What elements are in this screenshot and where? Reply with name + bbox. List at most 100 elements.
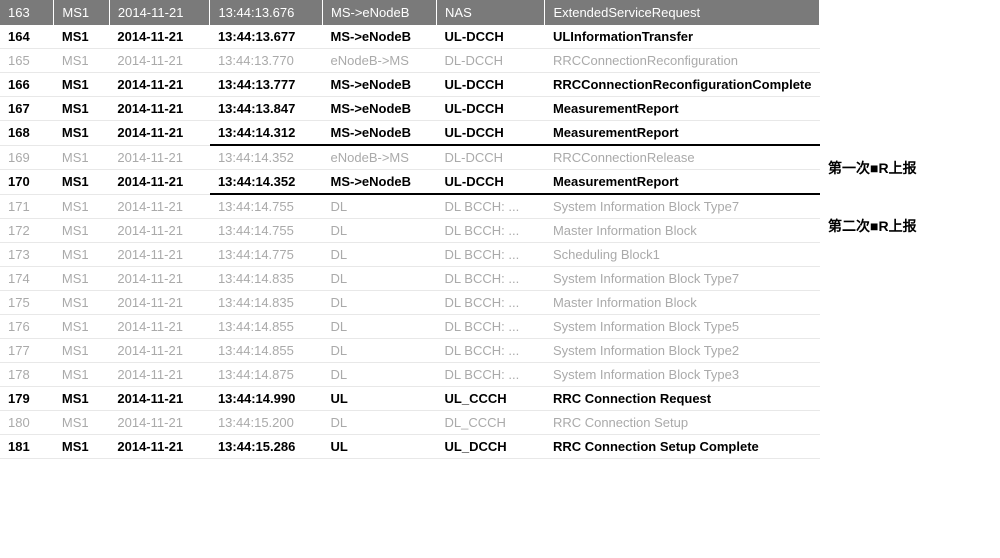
header-direction[interactable]: MS->eNodeB (323, 0, 437, 25)
cell-channel: UL_DCCH (437, 435, 545, 459)
header-time[interactable]: 13:44:13.676 (210, 0, 323, 25)
cell-idx: 178 (0, 363, 54, 387)
table-row[interactable]: 168MS12014-11-2113:44:14.312MS->eNodeBUL… (0, 121, 820, 146)
log-table: 163 MS1 2014-11-21 13:44:13.676 MS->eNod… (0, 0, 820, 459)
table-row[interactable]: 165MS12014-11-2113:44:13.770eNodeB->MSDL… (0, 49, 820, 73)
cell-ms: MS1 (54, 387, 109, 411)
cell-ms: MS1 (54, 339, 109, 363)
cell-idx: 172 (0, 219, 54, 243)
cell-time: 13:44:14.755 (210, 219, 323, 243)
table-row[interactable]: 166MS12014-11-2113:44:13.777MS->eNodeBUL… (0, 73, 820, 97)
table-row[interactable]: 173MS12014-11-2113:44:14.775DLDL BCCH: .… (0, 243, 820, 267)
cell-direction: MS->eNodeB (323, 97, 437, 121)
cell-channel: DL BCCH: ... (437, 315, 545, 339)
header-channel[interactable]: NAS (437, 0, 545, 25)
cell-time: 13:44:13.677 (210, 25, 323, 49)
table-row[interactable]: 171MS12014-11-2113:44:14.755DLDL BCCH: .… (0, 194, 820, 219)
cell-idx: 165 (0, 49, 54, 73)
cell-time: 13:44:15.286 (210, 435, 323, 459)
cell-message: System Information Block Type5 (545, 315, 820, 339)
cell-idx: 167 (0, 97, 54, 121)
cell-idx: 168 (0, 121, 54, 146)
header-date[interactable]: 2014-11-21 (109, 0, 210, 25)
table-header-row[interactable]: 163 MS1 2014-11-21 13:44:13.676 MS->eNod… (0, 0, 820, 25)
cell-direction: MS->eNodeB (323, 121, 437, 146)
cell-direction: DL (323, 291, 437, 315)
cell-direction: DL (323, 219, 437, 243)
cell-date: 2014-11-21 (109, 145, 210, 170)
cell-message: System Information Block Type2 (545, 339, 820, 363)
cell-channel: DL BCCH: ... (437, 267, 545, 291)
header-ms[interactable]: MS1 (54, 0, 109, 25)
cell-date: 2014-11-21 (109, 73, 210, 97)
table-row[interactable]: 181MS12014-11-2113:44:15.286ULUL_DCCHRRC… (0, 435, 820, 459)
cell-idx: 164 (0, 25, 54, 49)
cell-idx: 171 (0, 194, 54, 219)
cell-direction: UL (323, 435, 437, 459)
cell-ms: MS1 (54, 97, 109, 121)
cell-ms: MS1 (54, 145, 109, 170)
cell-channel: DL BCCH: ... (437, 339, 545, 363)
cell-direction: MS->eNodeB (323, 170, 437, 195)
cell-channel: DL BCCH: ... (437, 194, 545, 219)
table-row[interactable]: 178MS12014-11-2113:44:14.875DLDL BCCH: .… (0, 363, 820, 387)
cell-ms: MS1 (54, 194, 109, 219)
cell-idx: 175 (0, 291, 54, 315)
cell-direction: DL (323, 243, 437, 267)
cell-channel: DL BCCH: ... (437, 363, 545, 387)
table-row[interactable]: 176MS12014-11-2113:44:14.855DLDL BCCH: .… (0, 315, 820, 339)
cell-idx: 173 (0, 243, 54, 267)
cell-message: System Information Block Type7 (545, 267, 820, 291)
cell-ms: MS1 (54, 267, 109, 291)
table-row[interactable]: 177MS12014-11-2113:44:14.855DLDL BCCH: .… (0, 339, 820, 363)
cell-ms: MS1 (54, 73, 109, 97)
cell-ms: MS1 (54, 435, 109, 459)
cell-ms: MS1 (54, 121, 109, 146)
header-message[interactable]: ExtendedServiceRequest (545, 0, 820, 25)
table-row[interactable]: 174MS12014-11-2113:44:14.835DLDL BCCH: .… (0, 267, 820, 291)
cell-ms: MS1 (54, 219, 109, 243)
cell-time: 13:44:15.200 (210, 411, 323, 435)
cell-date: 2014-11-21 (109, 435, 210, 459)
cell-time: 13:44:14.775 (210, 243, 323, 267)
header-idx[interactable]: 163 (0, 0, 54, 25)
cell-ms: MS1 (54, 49, 109, 73)
cell-date: 2014-11-21 (109, 170, 210, 195)
cell-direction: DL (323, 267, 437, 291)
table-row[interactable]: 179MS12014-11-2113:44:14.990ULUL_CCCHRRC… (0, 387, 820, 411)
table-row[interactable]: 175MS12014-11-2113:44:14.835DLDL BCCH: .… (0, 291, 820, 315)
cell-date: 2014-11-21 (109, 194, 210, 219)
cell-date: 2014-11-21 (109, 315, 210, 339)
table-row[interactable]: 180MS12014-11-2113:44:15.200DLDL_CCCHRRC… (0, 411, 820, 435)
cell-ms: MS1 (54, 243, 109, 267)
cell-date: 2014-11-21 (109, 291, 210, 315)
cell-date: 2014-11-21 (109, 97, 210, 121)
cell-channel: DL_CCCH (437, 411, 545, 435)
cell-date: 2014-11-21 (109, 25, 210, 49)
cell-idx: 170 (0, 170, 54, 195)
cell-time: 13:44:13.777 (210, 73, 323, 97)
cell-ms: MS1 (54, 170, 109, 195)
cell-time: 13:44:13.847 (210, 97, 323, 121)
table-row[interactable]: 170MS12014-11-2113:44:14.352MS->eNodeBUL… (0, 170, 820, 195)
table-row[interactable]: 167MS12014-11-2113:44:13.847MS->eNodeBUL… (0, 97, 820, 121)
cell-date: 2014-11-21 (109, 363, 210, 387)
cell-message: MeasurementReport (545, 170, 820, 195)
cell-channel: UL-DCCH (437, 121, 545, 146)
cell-ms: MS1 (54, 363, 109, 387)
cell-date: 2014-11-21 (109, 243, 210, 267)
cell-channel: UL-DCCH (437, 97, 545, 121)
cell-message: RRC Connection Request (545, 387, 820, 411)
cell-date: 2014-11-21 (109, 267, 210, 291)
cell-ms: MS1 (54, 291, 109, 315)
table-row[interactable]: 169MS12014-11-2113:44:14.352eNodeB->MSDL… (0, 145, 820, 170)
cell-direction: eNodeB->MS (323, 49, 437, 73)
cell-direction: DL (323, 194, 437, 219)
cell-channel: DL-DCCH (437, 145, 545, 170)
table-row[interactable]: 164MS12014-11-2113:44:13.677MS->eNodeBUL… (0, 25, 820, 49)
cell-time: 13:44:14.312 (210, 121, 323, 146)
cell-message: System Information Block Type3 (545, 363, 820, 387)
cell-direction: DL (323, 315, 437, 339)
table-row[interactable]: 172MS12014-11-2113:44:14.755DLDL BCCH: .… (0, 219, 820, 243)
cell-message: ULInformationTransfer (545, 25, 820, 49)
